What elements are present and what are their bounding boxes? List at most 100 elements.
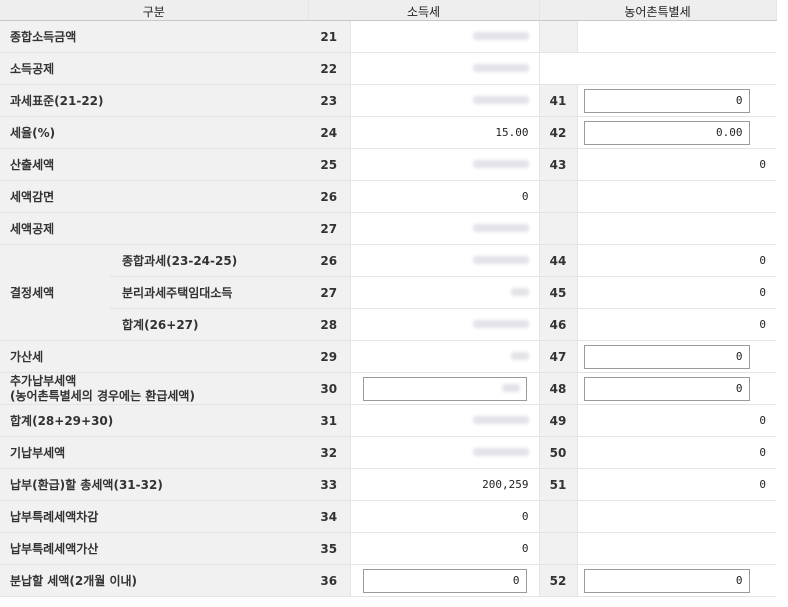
row-number: 31 (308, 404, 351, 437)
row-label: 세율(%) (0, 116, 308, 149)
rural-row-number: 46 (539, 308, 578, 341)
table-row: 종합소득금액 21 (0, 20, 776, 53)
row-number: 24 (308, 116, 351, 149)
rural-row-number (539, 180, 578, 213)
rural-tax-value: 0 (577, 468, 776, 501)
rural-tax-value: 0 (577, 436, 776, 469)
rural-tax-value (577, 532, 776, 565)
row-sublabel: 분리과세주택임대소득 (110, 276, 308, 309)
tax-calculation-table: 구분 소득세 농어촌특별세 종합소득금액 21 소득공제 22 과세표준(21-… (0, 0, 777, 597)
table-row: 가산세 29 47 0 (0, 340, 776, 373)
income-tax-value (350, 436, 540, 469)
row-number: 23 (308, 84, 351, 117)
row-label: 가산세 (0, 340, 308, 373)
rural-row-number: 52 (539, 564, 578, 597)
table-row: 과세표준(21-22) 23 41 0 (0, 84, 776, 117)
income-tax-value (350, 404, 540, 437)
row-number: 26 (308, 244, 351, 277)
installment-tax-input[interactable]: 0 (362, 568, 527, 593)
row-number: 29 (308, 340, 351, 373)
redacted-value (510, 352, 529, 360)
redacted-value (472, 32, 529, 40)
rural-row-number (539, 500, 578, 533)
rural-tax-empty (539, 52, 776, 85)
income-tax-value (350, 276, 540, 309)
rural-tax-cell: 0 (577, 84, 776, 117)
rural-row-number (539, 532, 578, 565)
income-tax-value: 200,259 (350, 468, 540, 501)
row-label: 세액감면 (0, 180, 308, 213)
rural-tax-value (577, 212, 776, 245)
additional-tax-input[interactable] (362, 376, 527, 401)
income-tax-value (350, 340, 540, 373)
income-tax-value (350, 52, 540, 85)
redacted-value (472, 256, 529, 264)
redacted-value (472, 160, 529, 168)
income-tax-value (350, 308, 540, 341)
row-label: 종합소득금액 (0, 20, 308, 53)
row-label: 납부특례세액가산 (0, 532, 308, 565)
redacted-value (472, 96, 529, 104)
table-row: 추가납부세액 (농어촌특별세의 경우에는 환급세액) 30 48 0 (0, 372, 776, 405)
rural-tax-cell: 0 (577, 340, 776, 373)
income-tax-cell: 0 (350, 564, 540, 597)
table-row: 분납할 세액(2개월 이내) 36 0 52 0 (0, 564, 776, 597)
rural-additional-input[interactable]: 0 (583, 376, 750, 401)
row-sublabel: 종합과세(23-24-25) (110, 244, 308, 277)
income-tax-value (350, 84, 540, 117)
rural-tax-value: 0 (577, 276, 776, 309)
header-category: 구분 (0, 0, 309, 21)
rural-penalty-input[interactable]: 0 (583, 344, 750, 369)
income-tax-value: 0 (350, 532, 540, 565)
rural-tax-input[interactable]: 0 (583, 88, 750, 113)
row-label: 산출세액 (0, 148, 308, 181)
row-number: 28 (308, 308, 351, 341)
row-label: 기납부세액 (0, 436, 308, 469)
row-label-line2: (농어촌특별세의 경우에는 환급세액) (10, 388, 195, 403)
rural-tax-cell: 0.00 (577, 116, 776, 149)
income-tax-value (350, 212, 540, 245)
redacted-value (472, 224, 529, 232)
row-label: 분납할 세액(2개월 이내) (0, 564, 308, 597)
income-tax-value (350, 244, 540, 277)
row-label: 납부특례세액차감 (0, 500, 308, 533)
rural-tax-value (577, 500, 776, 533)
table-row: 납부(환급)할 총세액(31-32) 33 200,259 51 0 (0, 468, 776, 501)
row-number: 25 (308, 148, 351, 181)
row-label-line1: 추가납부세액 (10, 373, 77, 388)
row-number: 30 (308, 372, 351, 405)
table-row: 결정세액 종합과세(23-24-25) 26 44 0 (0, 244, 776, 341)
rural-tax-value (577, 180, 776, 213)
rural-row-number: 42 (539, 116, 578, 149)
rural-installment-input[interactable]: 0 (583, 568, 750, 593)
rural-row-number: 43 (539, 148, 578, 181)
row-label: 납부(환급)할 총세액(31-32) (0, 468, 308, 501)
income-tax-value (350, 20, 540, 53)
table-row: 납부특례세액차감 34 0 (0, 500, 776, 533)
table-row: 합계(28+29+30) 31 49 0 (0, 404, 776, 437)
income-tax-value: 0 (350, 500, 540, 533)
row-number: 27 (308, 212, 351, 245)
row-label: 추가납부세액 (농어촌특별세의 경우에는 환급세액) (0, 372, 308, 405)
table-row: 소득공제 22 (0, 52, 776, 85)
redacted-value (472, 416, 529, 424)
table-row: 합계(26+27) 28 46 0 (0, 308, 776, 341)
row-sublabel: 합계(26+27) (110, 308, 308, 341)
rural-row-number: 47 (539, 340, 578, 373)
rural-tax-cell: 0 (577, 564, 776, 597)
table-row: 세액감면 26 0 (0, 180, 776, 213)
group-label-determined-tax: 결정세액 (0, 244, 110, 341)
row-number: 32 (308, 436, 351, 469)
rural-row-number (539, 20, 578, 53)
row-number: 21 (308, 20, 351, 53)
income-tax-value: 15.00 (350, 116, 540, 149)
rural-tax-value: 0 (577, 404, 776, 437)
redacted-value (472, 64, 529, 72)
rural-tax-value: 0 (577, 244, 776, 277)
rural-tax-rate-input[interactable]: 0.00 (583, 120, 750, 145)
redacted-value (472, 320, 529, 328)
row-label: 세액공제 (0, 212, 308, 245)
row-number: 35 (308, 532, 351, 565)
income-tax-value (350, 148, 540, 181)
rural-tax-value (577, 20, 776, 53)
